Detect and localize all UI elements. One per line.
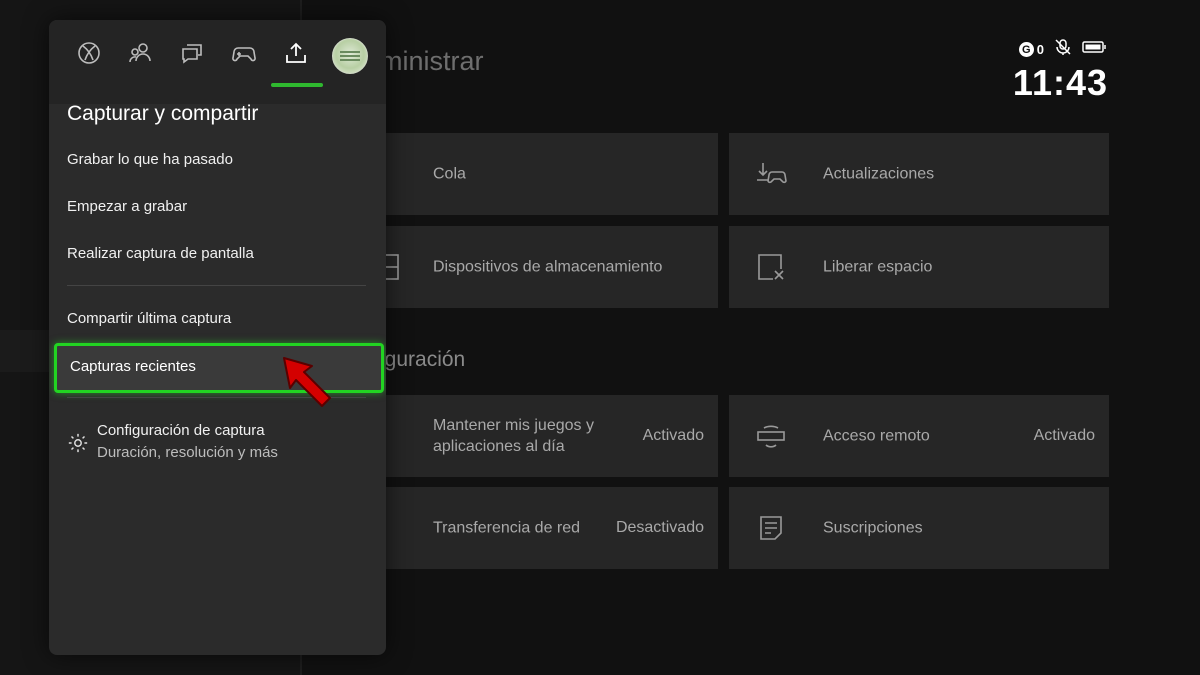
capture-settings-subtitle: Duración, resolución y más bbox=[97, 444, 278, 461]
section-heading: iguración bbox=[380, 348, 466, 371]
tile-label: Actualizaciones bbox=[823, 165, 935, 183]
tile-updates[interactable]: Actualizaciones bbox=[729, 133, 1109, 215]
battery-icon bbox=[1082, 40, 1108, 59]
profile-avatar[interactable] bbox=[332, 38, 368, 74]
share-upload-icon bbox=[284, 41, 308, 70]
avatar-pattern bbox=[340, 51, 360, 53]
clock: 11:43 bbox=[1012, 62, 1108, 103]
tab-games[interactable] bbox=[226, 37, 262, 73]
tile-keep-updated[interactable]: Mantener mis juegos y aplicaciones al dí… bbox=[370, 395, 718, 477]
tab-capture-share[interactable] bbox=[278, 37, 314, 73]
capture-settings-title[interactable]: Configuración de captura bbox=[97, 422, 265, 439]
gamerscore-icon: G bbox=[1018, 42, 1034, 57]
gamerscore-value: 0 bbox=[1036, 42, 1044, 57]
tab-home[interactable] bbox=[71, 37, 107, 73]
menu-divider bbox=[67, 285, 366, 286]
avatar-pattern bbox=[340, 55, 360, 57]
menu-item-record-what-happened[interactable]: Grabar lo que ha pasado bbox=[67, 151, 233, 168]
chat-icon bbox=[180, 41, 204, 70]
status-bar: G 0 bbox=[1018, 38, 1108, 61]
tile-queue[interactable]: Cola bbox=[370, 133, 718, 215]
people-icon bbox=[128, 41, 152, 70]
guide-title: Capturar y compartir bbox=[67, 102, 259, 125]
page-title: ministrar bbox=[380, 46, 484, 76]
remote-access-icon bbox=[755, 420, 787, 452]
tab-chat[interactable] bbox=[174, 37, 210, 73]
menu-item-label: Capturas recientes bbox=[70, 358, 196, 375]
tile-status: Activado bbox=[642, 427, 704, 444]
tile-label: Cola bbox=[433, 165, 466, 183]
menu-item-take-screenshot[interactable]: Realizar captura de pantalla bbox=[67, 245, 254, 262]
controller-icon bbox=[232, 41, 256, 70]
tile-label: Transferencia de red bbox=[433, 519, 581, 537]
mic-muted-icon bbox=[1054, 38, 1072, 61]
menu-item-share-last-capture[interactable]: Compartir última captura bbox=[67, 310, 231, 327]
tile-label: Dispositivos de almacenamiento bbox=[433, 258, 663, 276]
subscriptions-icon bbox=[755, 512, 787, 544]
tile-label: Liberar espacio bbox=[823, 258, 933, 276]
tile-free-space[interactable]: Liberar espacio bbox=[729, 226, 1109, 308]
guide-panel: Capturar y compartir Grabar lo que ha pa… bbox=[49, 20, 386, 655]
pointer-arrow bbox=[283, 357, 331, 407]
guide-tab-bar bbox=[49, 20, 386, 104]
gear-icon bbox=[67, 432, 89, 454]
tile-label: Mantener mis juegos y aplicaciones al dí… bbox=[433, 417, 594, 455]
tile-subscriptions[interactable]: Suscripciones bbox=[729, 487, 1109, 569]
tile-network-transfer[interactable]: Transferencia de red Desactivado bbox=[370, 487, 718, 569]
tile-storage[interactable]: Dispositivos de almacenamiento bbox=[370, 226, 718, 308]
xbox-icon bbox=[77, 41, 101, 70]
active-tab-indicator bbox=[271, 83, 323, 87]
avatar-pattern bbox=[340, 59, 360, 61]
free-space-icon bbox=[755, 251, 787, 283]
gamerscore: G 0 bbox=[1018, 42, 1044, 57]
menu-item-start-recording[interactable]: Empezar a grabar bbox=[67, 198, 187, 215]
download-controller-icon bbox=[755, 158, 787, 190]
tile-status: Activado bbox=[1033, 427, 1095, 444]
tile-status: Desactivado bbox=[615, 519, 704, 536]
tile-label: Suscripciones bbox=[823, 519, 923, 537]
tile-label: Acceso remoto bbox=[823, 427, 930, 445]
tile-remote-access[interactable]: Acceso remoto Activado bbox=[729, 395, 1109, 477]
tab-people[interactable] bbox=[122, 37, 158, 73]
